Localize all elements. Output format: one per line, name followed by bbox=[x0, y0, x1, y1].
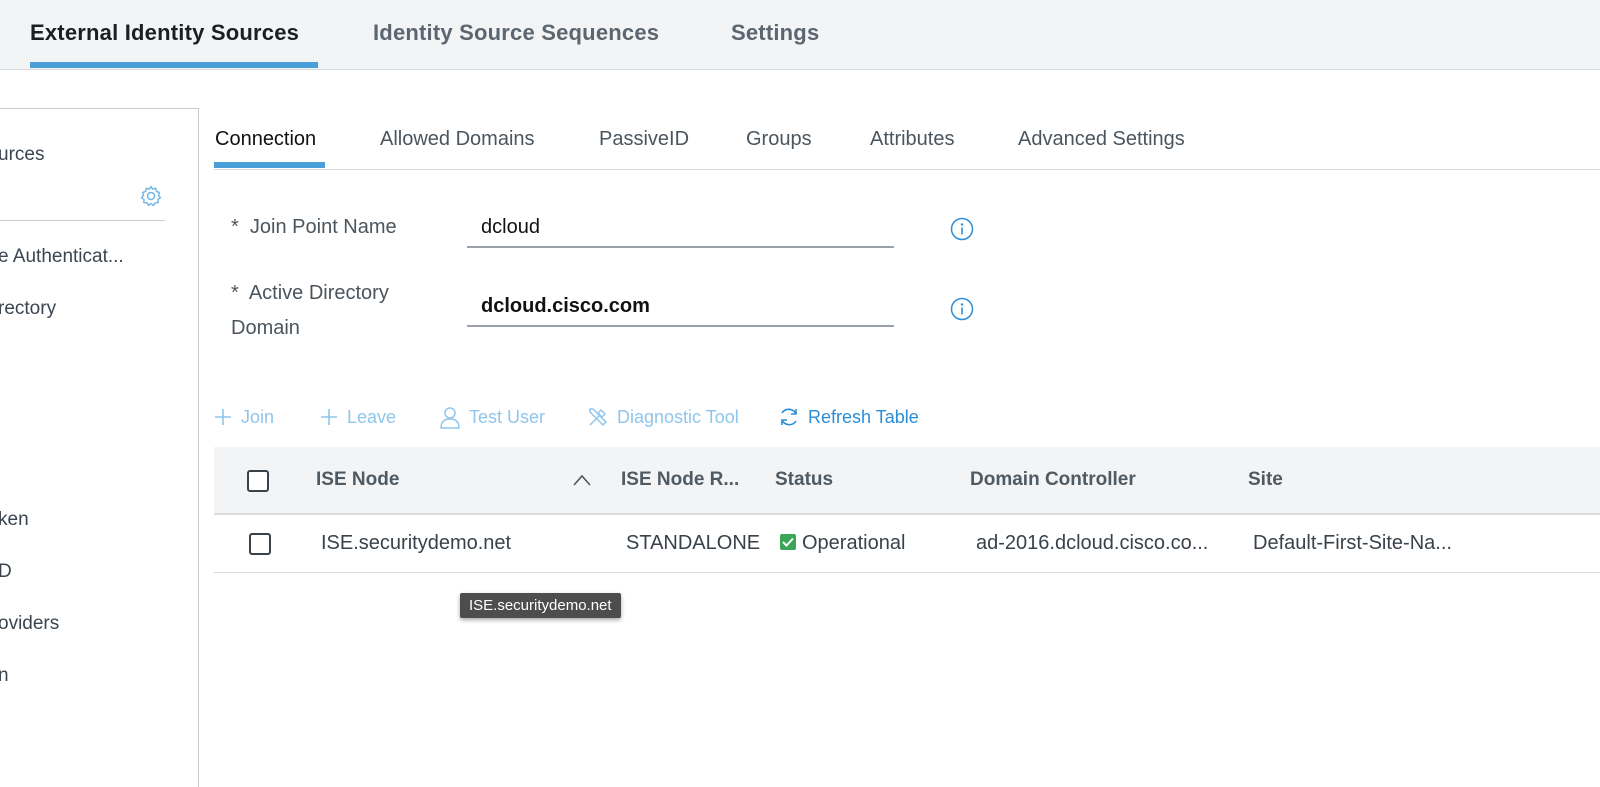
refresh-icon bbox=[781, 408, 797, 426]
connection-sub-tabs: Connection Allowed Domains PassiveID Gro… bbox=[214, 110, 1600, 170]
table-row[interactable]: ISE.securitydemo.net STANDALONE Operatio… bbox=[214, 515, 1600, 573]
test-user-button[interactable]: Test User bbox=[439, 402, 545, 432]
tools-icon bbox=[589, 408, 607, 426]
join-button[interactable]: Join bbox=[213, 402, 274, 432]
cell-site: Default-First-Site-Na... bbox=[1253, 532, 1452, 554]
row-checkbox[interactable] bbox=[249, 533, 271, 555]
tree-divider bbox=[0, 220, 165, 221]
column-ise-node-role[interactable]: ISE Node R... bbox=[621, 469, 739, 491]
cell-domain-controller: ad-2016.dcloud.cisco.co... bbox=[976, 532, 1209, 554]
tab-external-identity-sources[interactable]: External Identity Sources bbox=[30, 20, 299, 46]
active-tab-indicator bbox=[30, 62, 318, 68]
table-header: ISE Node ISE Node R... Status Domain Con… bbox=[214, 447, 1600, 515]
top-tab-bar: External Identity Sources Identity Sourc… bbox=[0, 0, 1600, 70]
required-mark: * bbox=[231, 282, 239, 304]
sort-ascending-icon[interactable] bbox=[572, 473, 592, 487]
active-sub-tab-indicator bbox=[214, 162, 325, 168]
plus-icon bbox=[321, 409, 337, 425]
join-point-name-input[interactable] bbox=[467, 208, 894, 248]
tab-identity-source-sequences[interactable]: Identity Source Sequences bbox=[373, 20, 659, 46]
required-mark: * bbox=[231, 216, 239, 238]
join-point-name-label: * Join Point Name bbox=[231, 216, 397, 238]
info-icon[interactable] bbox=[950, 217, 974, 241]
active-directory-domain-input[interactable] bbox=[467, 287, 894, 327]
tree-item-sources[interactable]: urces bbox=[0, 144, 44, 166]
cell-role: STANDALONE bbox=[626, 532, 761, 554]
active-directory-domain-label: * Active Directory Domain bbox=[231, 282, 389, 339]
cell-status: Operational bbox=[780, 532, 905, 555]
tab-advanced-settings[interactable]: Advanced Settings bbox=[1018, 128, 1185, 151]
user-icon bbox=[440, 407, 460, 429]
select-all-checkbox[interactable] bbox=[247, 470, 269, 492]
column-site[interactable]: Site bbox=[1248, 469, 1283, 491]
tab-connection[interactable]: Connection bbox=[215, 128, 316, 151]
tab-groups[interactable]: Groups bbox=[746, 128, 812, 151]
gear-icon[interactable] bbox=[139, 184, 163, 208]
column-status[interactable]: Status bbox=[775, 469, 833, 491]
cell-ise-node: ISE.securitydemo.net bbox=[321, 532, 512, 554]
tab-attributes[interactable]: Attributes bbox=[870, 128, 954, 151]
tree-item-providers[interactable]: oviders bbox=[0, 613, 59, 635]
diagnostic-tool-button[interactable]: Diagnostic Tool bbox=[587, 402, 739, 432]
info-icon[interactable] bbox=[950, 297, 974, 321]
column-ise-node[interactable]: ISE Node bbox=[316, 469, 399, 491]
tooltip: ISE.securitydemo.net bbox=[460, 593, 621, 618]
tab-passiveid[interactable]: PassiveID bbox=[599, 128, 689, 151]
tree-item-active-directory[interactable]: rectory bbox=[0, 298, 56, 320]
tree-item-authentication[interactable]: e Authenticat... bbox=[0, 246, 124, 268]
tree-item-id[interactable]: D bbox=[0, 561, 12, 583]
tab-allowed-domains[interactable]: Allowed Domains bbox=[380, 128, 535, 151]
column-domain-controller[interactable]: Domain Controller bbox=[970, 469, 1136, 491]
identity-source-tree: urces e Authenticat... rectory ken D ovi… bbox=[0, 108, 199, 787]
check-icon bbox=[780, 534, 796, 550]
tree-item-n[interactable]: n bbox=[0, 665, 9, 687]
tab-settings[interactable]: Settings bbox=[731, 20, 819, 46]
leave-button[interactable]: Leave bbox=[319, 402, 396, 432]
plus-icon bbox=[215, 409, 231, 425]
tree-item-token[interactable]: ken bbox=[0, 509, 29, 531]
refresh-table-button[interactable]: Refresh Table bbox=[778, 402, 919, 432]
